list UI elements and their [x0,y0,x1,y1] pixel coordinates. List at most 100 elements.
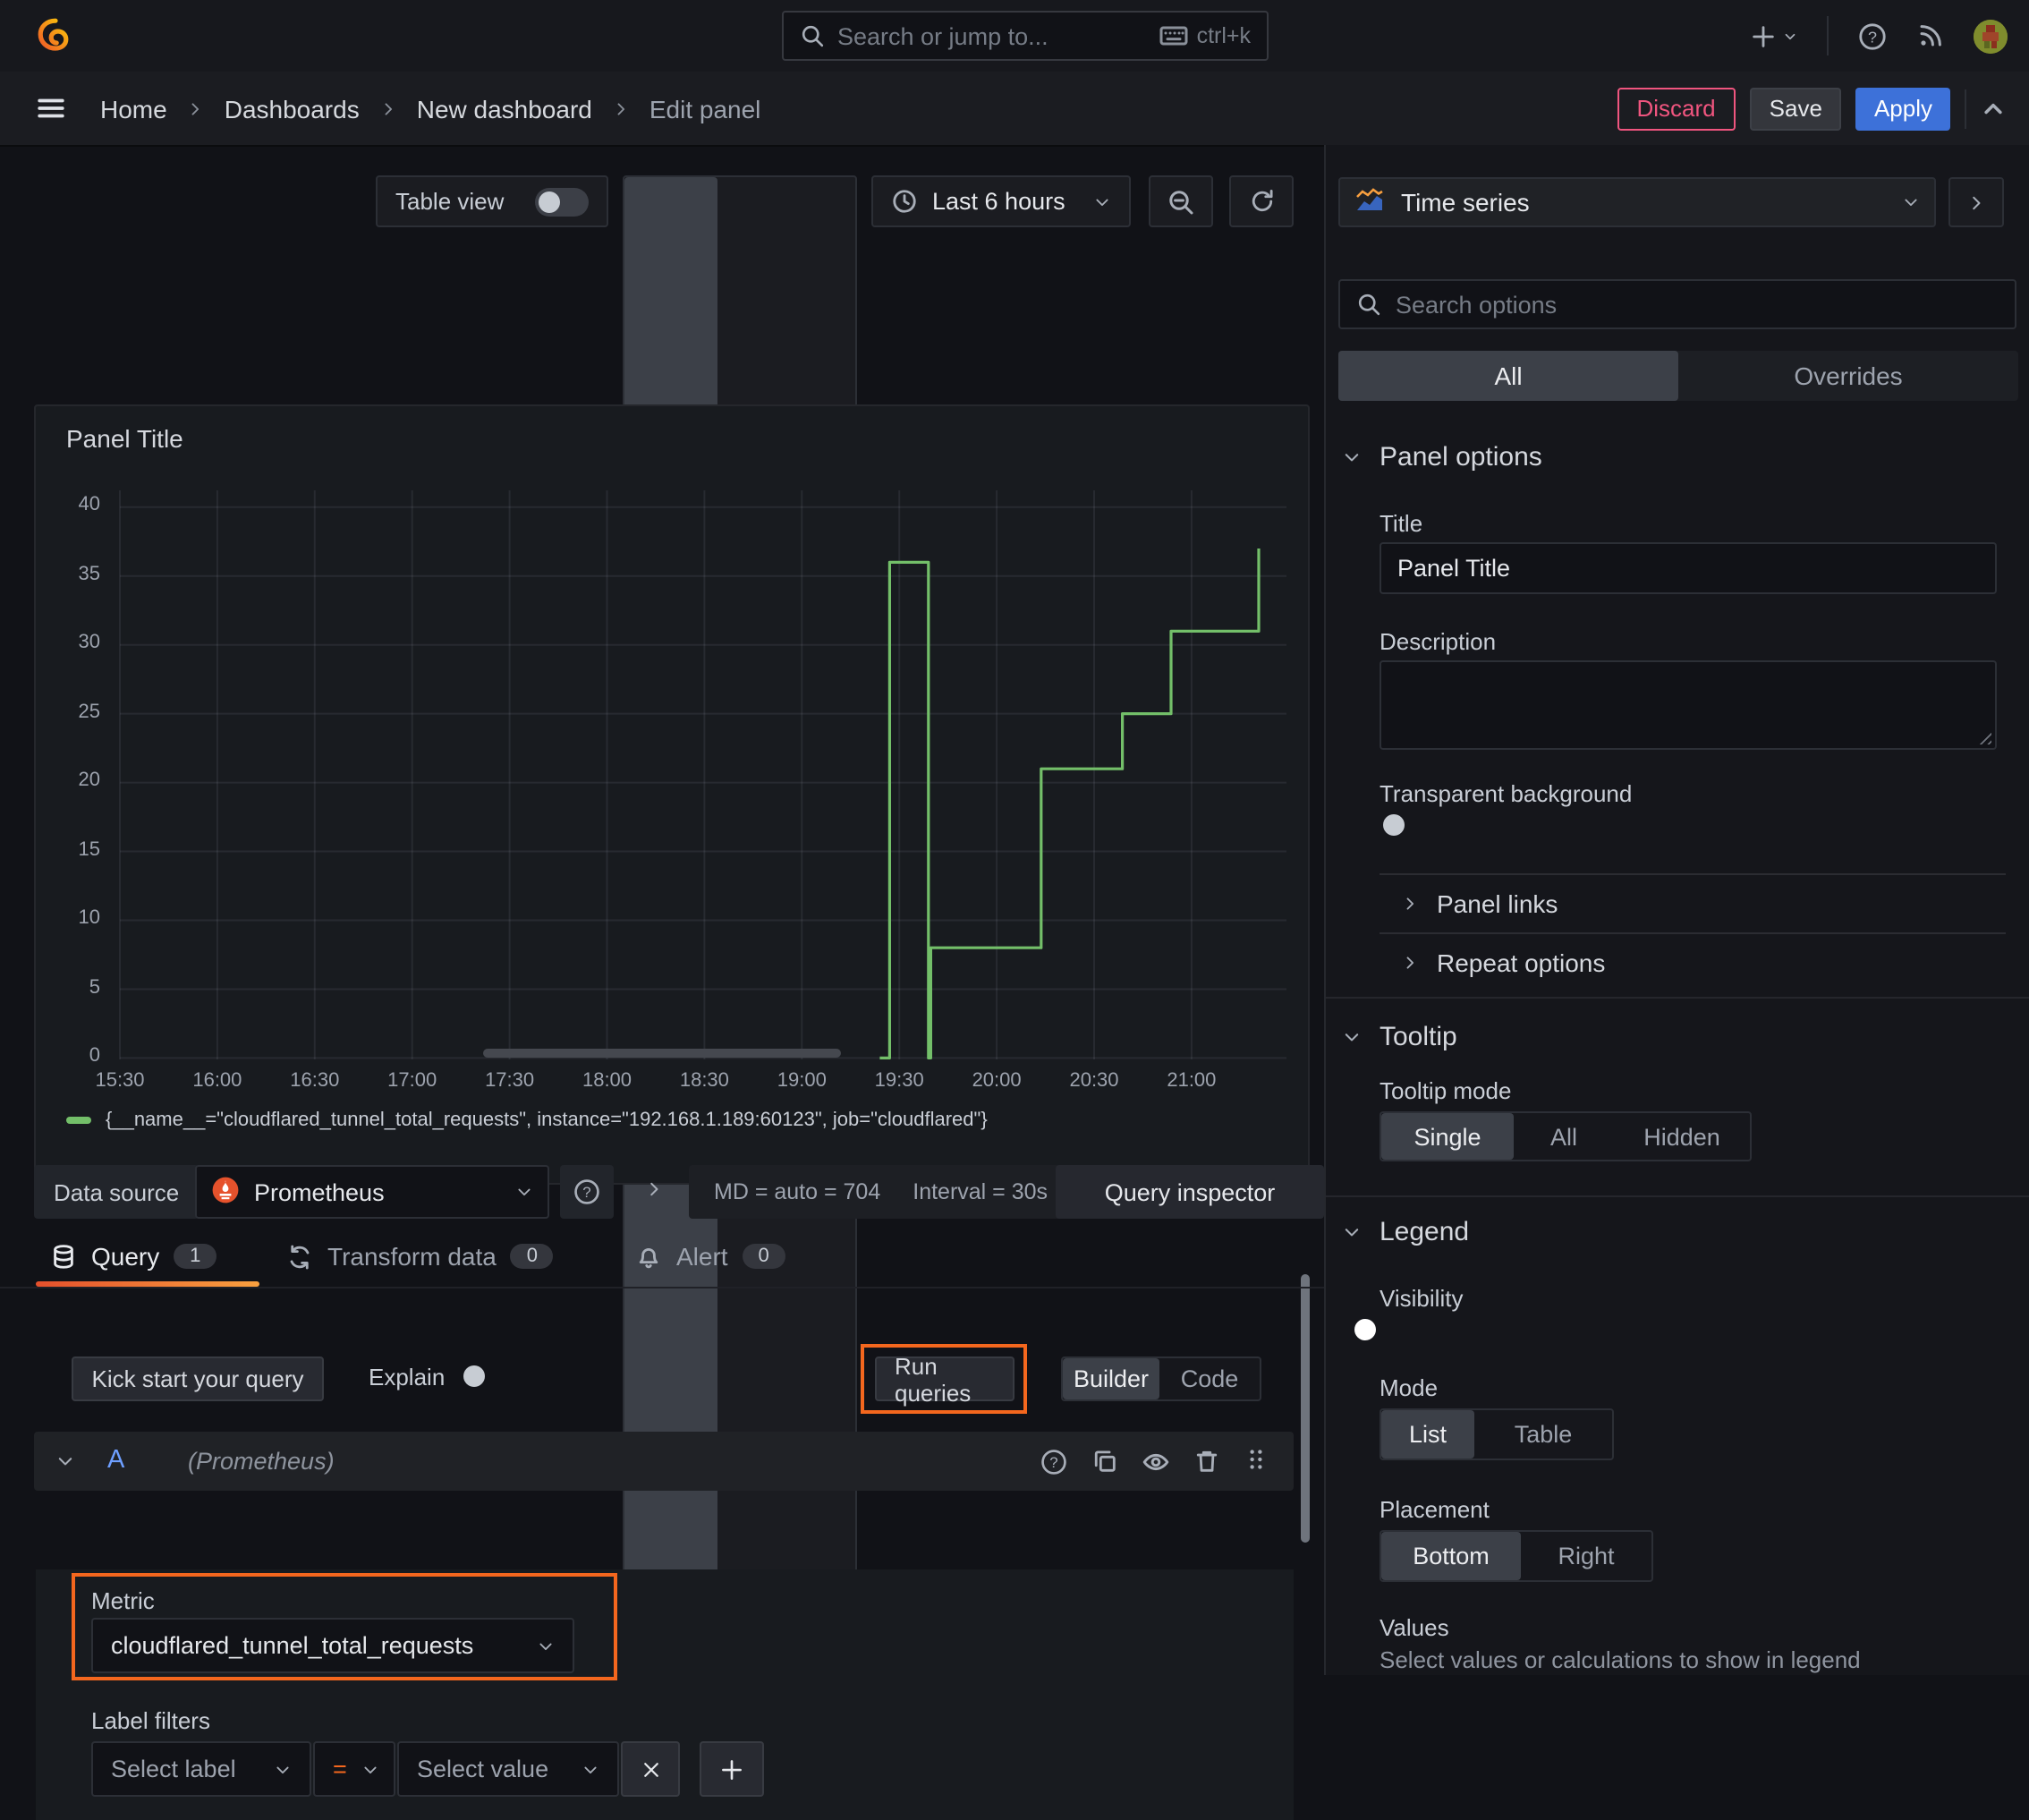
panel-links-section[interactable]: Panel links [1401,889,1558,918]
tooltip-title: Tooltip [1380,1022,1457,1052]
menu-hamburger-icon[interactable] [36,93,66,123]
chart-legend[interactable]: {__name__="cloudflared_tunnel_total_requ… [66,1110,988,1131]
datasource-picker[interactable]: Prometheus [195,1165,549,1219]
query-help-icon[interactable]: ? [1040,1447,1068,1476]
refresh-button[interactable] [1229,175,1294,227]
builder-option[interactable]: Builder [1063,1358,1159,1399]
legend-mode-label: Mode [1380,1374,1439,1401]
legend-table-option[interactable]: Table [1474,1410,1612,1459]
legend-swatch [66,1117,91,1124]
collapse-options-button[interactable] [1948,177,2004,227]
tab-all[interactable]: All [1338,351,1678,401]
plot-area[interactable] [119,490,1286,1059]
new-menu-button[interactable] [1750,22,1798,49]
alert-count-badge: 0 [742,1244,785,1269]
legend-bottom-option[interactable]: Bottom [1381,1532,1521,1580]
nav-right-icons: ? [1750,0,2008,72]
legend-right-option[interactable]: Right [1521,1532,1651,1580]
tab-overrides[interactable]: Overrides [1678,351,2018,401]
scrollbar-thumb[interactable] [1301,1274,1309,1543]
operator-dropdown[interactable]: = [313,1741,395,1797]
metric-select[interactable]: cloudflared_tunnel_total_requests [91,1618,574,1673]
code-option[interactable]: Code [1159,1358,1260,1399]
apply-button[interactable]: Apply [1855,87,1950,130]
panel-title: Panel Title [66,424,183,453]
actions-divider [1965,89,1966,128]
explain-label: Explain [369,1364,446,1391]
tab-alert[interactable]: Alert 0 [635,1231,785,1281]
x-tick-label: 18:00 [582,1070,632,1092]
repeat-options-label: Repeat options [1437,948,1606,977]
zoom-out-button[interactable] [1149,175,1213,227]
collapse-up-icon[interactable] [1981,96,2006,121]
delete-query-trash-icon[interactable] [1193,1448,1220,1475]
chevron-down-icon [1093,192,1111,210]
title-input[interactable] [1380,542,1997,594]
tab-alert-label: Alert [676,1242,728,1271]
tooltip-single-option[interactable]: Single [1381,1113,1514,1160]
tooltip-all-option[interactable]: All [1514,1113,1614,1160]
remove-filter-button[interactable] [621,1741,680,1797]
panel-options-title: Panel options [1380,442,1542,472]
panel-options-header[interactable]: Panel options [1342,442,1542,472]
query-ref-id[interactable]: A [107,1446,124,1475]
visualization-picker[interactable]: Time series [1338,177,1936,227]
legend-series-label: {__name__="cloudflared_tunnel_total_requ… [106,1110,988,1131]
table-view-toggle[interactable]: Table view [376,175,608,227]
edit-pane-left: Table view Fill Actual Last 6 hours Pane… [0,145,1324,1820]
repeat-options-section[interactable]: Repeat options [1401,948,1605,977]
discard-button[interactable]: Discard [1617,87,1736,130]
avatar[interactable] [1974,19,2008,53]
kick-start-query-button[interactable]: Kick start your query [72,1356,324,1401]
disable-query-eye-icon[interactable] [1142,1447,1170,1476]
y-tick-label: 15 [78,838,101,861]
select-label-placeholder: Select label [111,1756,236,1782]
tooltip-mode-label: Tooltip mode [1380,1077,1512,1104]
select-label-dropdown[interactable]: Select label [91,1741,311,1797]
panel-links-label: Panel links [1437,889,1558,918]
query-row-header[interactable]: A (Prometheus) ? [34,1432,1294,1491]
chevron-right-icon [379,99,397,117]
table-view-switch[interactable] [535,187,589,216]
expand-row-chevron-icon[interactable] [644,1179,664,1199]
legend-list-option[interactable]: List [1381,1410,1474,1459]
keyboard-icon [1159,25,1188,47]
tab-transform[interactable]: Transform data 0 [286,1231,554,1281]
nav-divider [1827,16,1829,55]
collapse-query-chevron-icon[interactable] [55,1451,75,1471]
chevron-right-icon [1401,895,1419,913]
run-queries-button[interactable]: Run queries [875,1352,1014,1406]
datasource-label: Data source [34,1165,200,1219]
time-range-picker[interactable]: Last 6 hours [871,175,1131,227]
tab-query[interactable]: Query 1 [50,1231,217,1281]
pane-resize-handle[interactable] [483,1049,841,1058]
grafana-logo-icon[interactable] [34,16,73,61]
description-textarea[interactable] [1380,660,1997,750]
active-tab-underline [36,1281,259,1287]
metric-value: cloudflared_tunnel_total_requests [111,1632,474,1659]
x-tick-label: 20:30 [1069,1070,1119,1092]
datasource-help-button[interactable]: ? [560,1165,614,1219]
query-inspector-button[interactable]: Query inspector [1056,1165,1324,1219]
tooltip-header[interactable]: Tooltip [1342,1022,1457,1052]
datasource-name: Prometheus [254,1178,385,1205]
breadcrumb-dashboards[interactable]: Dashboards [225,94,360,123]
options-search-input[interactable]: Search options [1338,279,2016,329]
global-search-input[interactable]: Search or jump to... ctrl+k [782,11,1269,61]
help-icon[interactable]: ? [1857,21,1888,51]
news-rss-icon[interactable] [1916,21,1945,50]
chart-panel[interactable]: Panel Title 0 5 10 15 20 25 30 35 40 15:30 16:00 1… [34,404,1310,1185]
legend-header[interactable]: Legend [1342,1217,1469,1247]
select-value-dropdown[interactable]: Select value [397,1741,619,1797]
options-pane: Time series Search options All Overrides… [1324,145,2029,1675]
y-tick-label: 40 [78,494,101,516]
breadcrumb-new-dashboard[interactable]: New dashboard [417,94,592,123]
x-tick-label: 15:30 [95,1070,145,1092]
breadcrumb-home[interactable]: Home [100,94,167,123]
add-filter-button[interactable] [700,1741,764,1797]
tooltip-hidden-option[interactable]: Hidden [1614,1113,1750,1160]
x-axis: 15:30 16:00 16:30 17:00 17:30 18:00 18:30 19:00… [95,1070,1286,1095]
duplicate-query-icon[interactable] [1091,1448,1118,1475]
save-button[interactable]: Save [1749,87,1842,130]
drag-handle-grip-icon[interactable] [1244,1445,1269,1477]
